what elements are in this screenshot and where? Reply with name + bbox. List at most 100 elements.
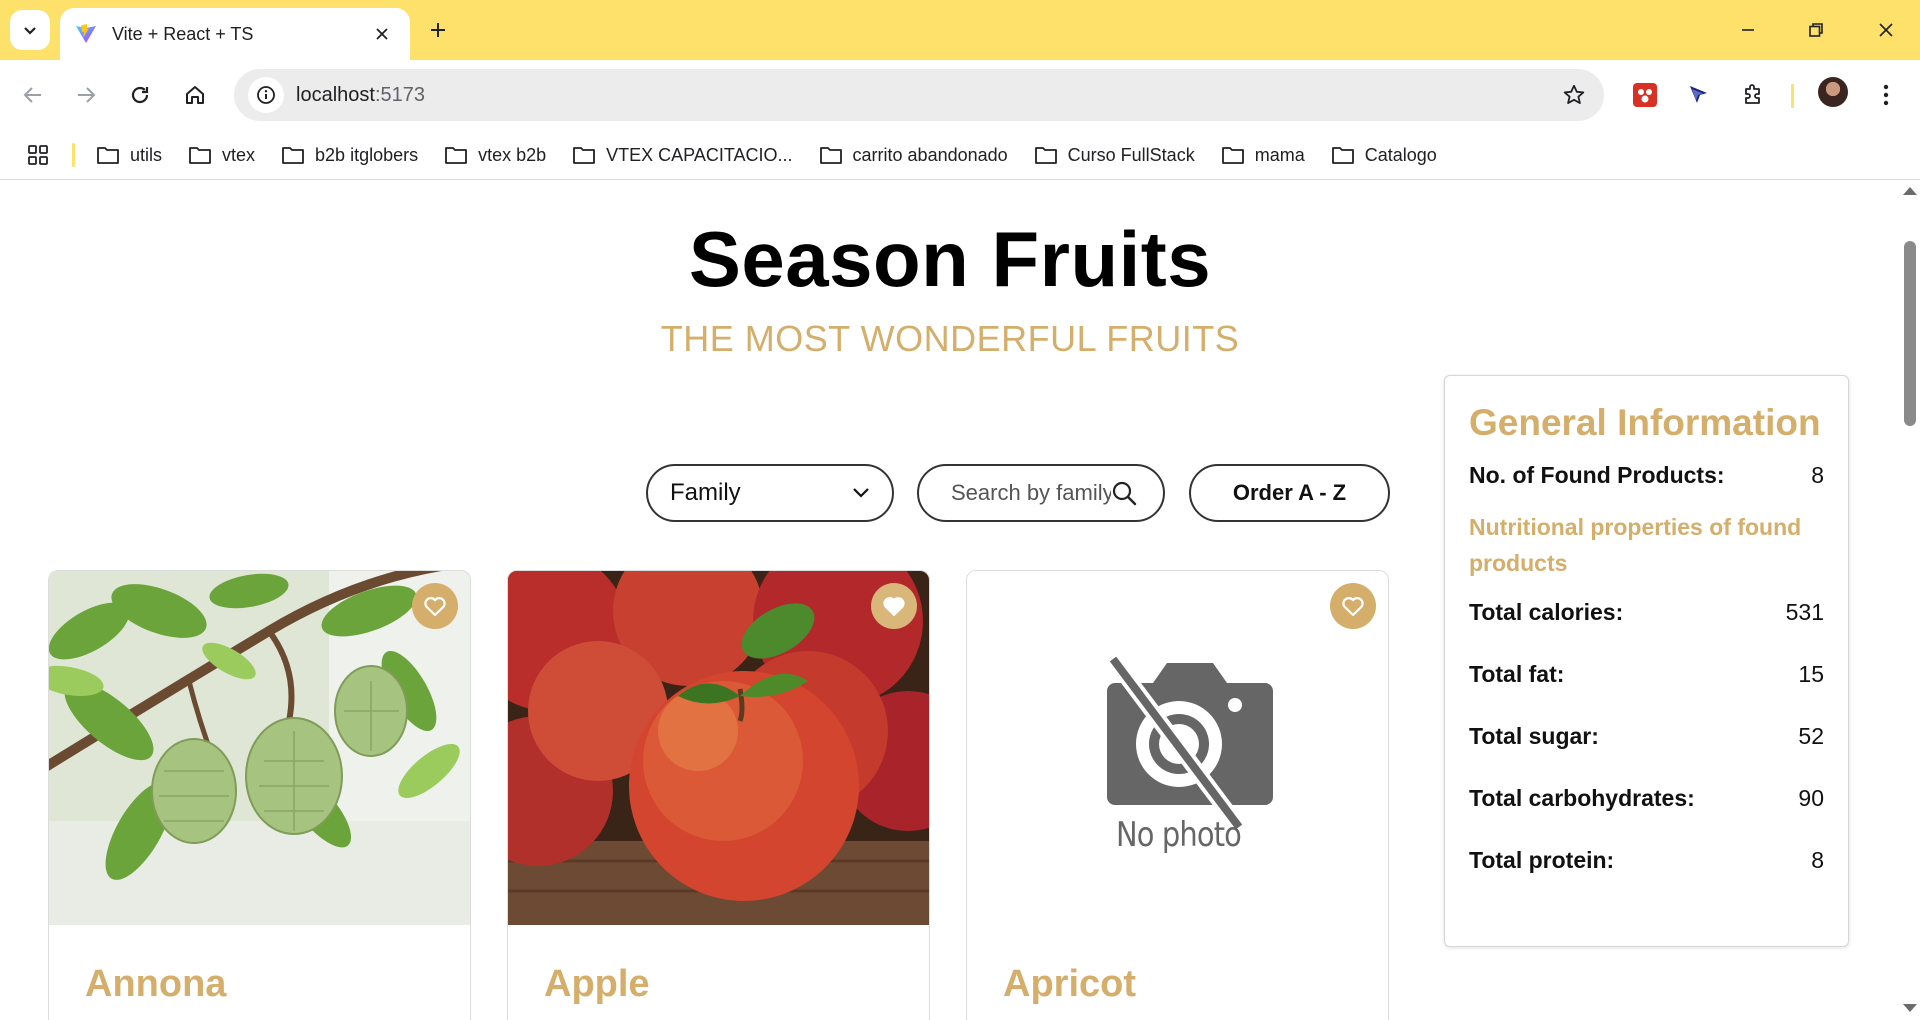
no-photo-camera-icon xyxy=(967,571,1388,925)
page-viewport: Season Fruits THE MOST WONDERFUL FRUITS … xyxy=(0,181,1900,1020)
more-menu-icon[interactable] xyxy=(1868,77,1904,113)
bookmarks-separator xyxy=(72,143,75,167)
family-select[interactable]: Family xyxy=(646,464,894,522)
bookmark-label: b2b itglobers xyxy=(315,144,419,165)
family-select-value: Family xyxy=(670,479,741,506)
no-photo-image: No photo xyxy=(967,571,1388,925)
fat-label: Total fat: xyxy=(1469,661,1565,687)
general-information-panel: General Information No. of Found Product… xyxy=(1444,375,1849,947)
scroll-thumb[interactable] xyxy=(1904,241,1916,426)
info-title: General Information xyxy=(1469,402,1821,443)
folder-icon xyxy=(445,147,468,164)
no-photo-label: No photo xyxy=(1115,815,1242,855)
tab-title: Vite + React + TS xyxy=(112,23,254,44)
close-window-icon[interactable] xyxy=(1862,10,1910,50)
sugar-label: Total sugar: xyxy=(1469,723,1599,749)
apple-image xyxy=(508,571,929,925)
fat-value: 15 xyxy=(1798,661,1824,687)
back-arrow-icon[interactable] xyxy=(15,77,51,113)
folder-icon xyxy=(1331,147,1354,164)
bookmark-label: VTEX CAPACITACIO... xyxy=(606,144,793,165)
home-icon[interactable] xyxy=(177,77,213,113)
forward-arrow-icon[interactable] xyxy=(68,77,104,113)
heart-outline-icon xyxy=(424,597,446,617)
annona-image xyxy=(49,571,470,925)
folder-icon xyxy=(1221,147,1244,164)
favorite-button[interactable] xyxy=(871,583,917,629)
bookmark-folder-mama[interactable]: mama xyxy=(1221,145,1305,166)
browser-toolbar: localhost:5173 xyxy=(0,60,1920,130)
carbohydrates-label: Total carbohydrates: xyxy=(1469,785,1695,811)
toolbar-separator xyxy=(1791,84,1794,108)
bookmark-folder-vtex-capacitacion[interactable]: VTEX CAPACITACIO... xyxy=(572,144,793,166)
favorite-button[interactable] xyxy=(1330,583,1376,629)
folder-icon xyxy=(1034,147,1057,164)
bookmark-star-icon[interactable] xyxy=(1560,81,1588,109)
browser-tab-strip: Vite + React + TS xyxy=(0,0,1920,60)
fat-row: Total fat: 15 xyxy=(1469,661,1824,688)
browser-tab-active[interactable]: Vite + React + TS xyxy=(60,8,410,60)
bookmark-folder-utils[interactable]: utils xyxy=(96,145,162,166)
close-tab-icon[interactable] xyxy=(368,20,396,48)
bookmark-folder-catalogo[interactable]: Catalogo xyxy=(1331,145,1437,166)
bookmark-label: vtex b2b xyxy=(478,144,547,165)
reload-icon[interactable] xyxy=(122,77,158,113)
url-port: :5173 xyxy=(374,83,425,106)
carbohydrates-value: 90 xyxy=(1798,785,1824,811)
protein-label: Total protein: xyxy=(1469,847,1615,873)
bookmarks-bar: utils vtex b2b itglobers vtex b2b VTEX C… xyxy=(0,130,1920,180)
address-bar[interactable]: localhost:5173 xyxy=(234,69,1604,121)
tab-search-button[interactable] xyxy=(10,10,50,50)
product-name: Annona xyxy=(85,963,227,1005)
bookmark-folder-vtex[interactable]: vtex xyxy=(188,145,255,166)
product-card-apple[interactable]: Apple xyxy=(507,570,930,1020)
chevron-down-icon xyxy=(853,488,869,498)
site-info-icon[interactable] xyxy=(248,77,284,113)
sugar-row: Total sugar: 52 xyxy=(1469,723,1824,750)
page-subtitle: THE MOST WONDERFUL FRUITS xyxy=(660,318,1240,359)
product-card-annona[interactable]: Annona xyxy=(48,570,471,1020)
order-a-z-button[interactable]: Order A - Z xyxy=(1189,464,1390,522)
restore-icon[interactable] xyxy=(1792,10,1840,50)
extension-cursor-icon[interactable] xyxy=(1680,77,1716,113)
bookmark-folder-carrito-abandonado[interactable]: carrito abandonado xyxy=(819,145,1008,166)
bookmark-label: utils xyxy=(130,144,163,165)
folder-icon xyxy=(97,147,119,164)
protein-row: Total protein: 8 xyxy=(1469,847,1824,874)
nutrition-heading: Nutritional properties of found products xyxy=(1469,514,1802,576)
scroll-up-arrow-icon[interactable] xyxy=(1903,187,1917,195)
url-host: localhost xyxy=(296,83,375,106)
folder-icon xyxy=(189,147,211,164)
bookmark-folder-vtex-b2b[interactable]: vtex b2b xyxy=(444,145,546,166)
heart-outline-icon xyxy=(1342,597,1364,617)
new-tab-plus-icon[interactable] xyxy=(422,14,454,46)
found-products-value: 8 xyxy=(1811,462,1824,488)
minimize-icon[interactable] xyxy=(1724,10,1772,50)
product-name: Apple xyxy=(544,963,650,1005)
bookmark-folder-b2b-itglobers[interactable]: b2b itglobers xyxy=(281,145,418,166)
extensions-puzzle-icon[interactable] xyxy=(1735,77,1771,113)
page-title: Season Fruits xyxy=(688,215,1212,303)
apps-grid-icon[interactable] xyxy=(24,141,52,169)
bookmark-label: Catalogo xyxy=(1364,144,1437,165)
bookmark-label: vtex xyxy=(222,144,256,165)
chevron-down-icon xyxy=(24,27,36,35)
page-scrollbar[interactable] xyxy=(1900,181,1920,1020)
bookmark-folder-curso-fullstack[interactable]: Curso FullStack xyxy=(1034,145,1195,166)
bookmark-list: utils vtex b2b itglobers vtex b2b VTEX C… xyxy=(96,130,1437,180)
profile-avatar[interactable] xyxy=(1818,77,1848,107)
vite-logo-icon xyxy=(76,24,96,43)
found-products-label: No. of Found Products: xyxy=(1469,462,1725,488)
bookmark-label: Curso FullStack xyxy=(1067,144,1195,165)
search-family-input[interactable] xyxy=(951,480,1111,506)
search-box xyxy=(917,464,1165,522)
calories-value: 531 xyxy=(1785,599,1824,625)
bookmark-label: mama xyxy=(1254,144,1305,165)
extension-red-icon[interactable] xyxy=(1627,77,1663,113)
product-card-apricot[interactable]: No photo Apricot xyxy=(966,570,1389,1020)
folder-icon xyxy=(573,147,596,164)
scroll-down-arrow-icon[interactable] xyxy=(1903,1004,1917,1012)
favorite-button[interactable] xyxy=(412,583,458,629)
search-icon[interactable] xyxy=(1111,480,1137,506)
folder-icon xyxy=(819,147,842,164)
